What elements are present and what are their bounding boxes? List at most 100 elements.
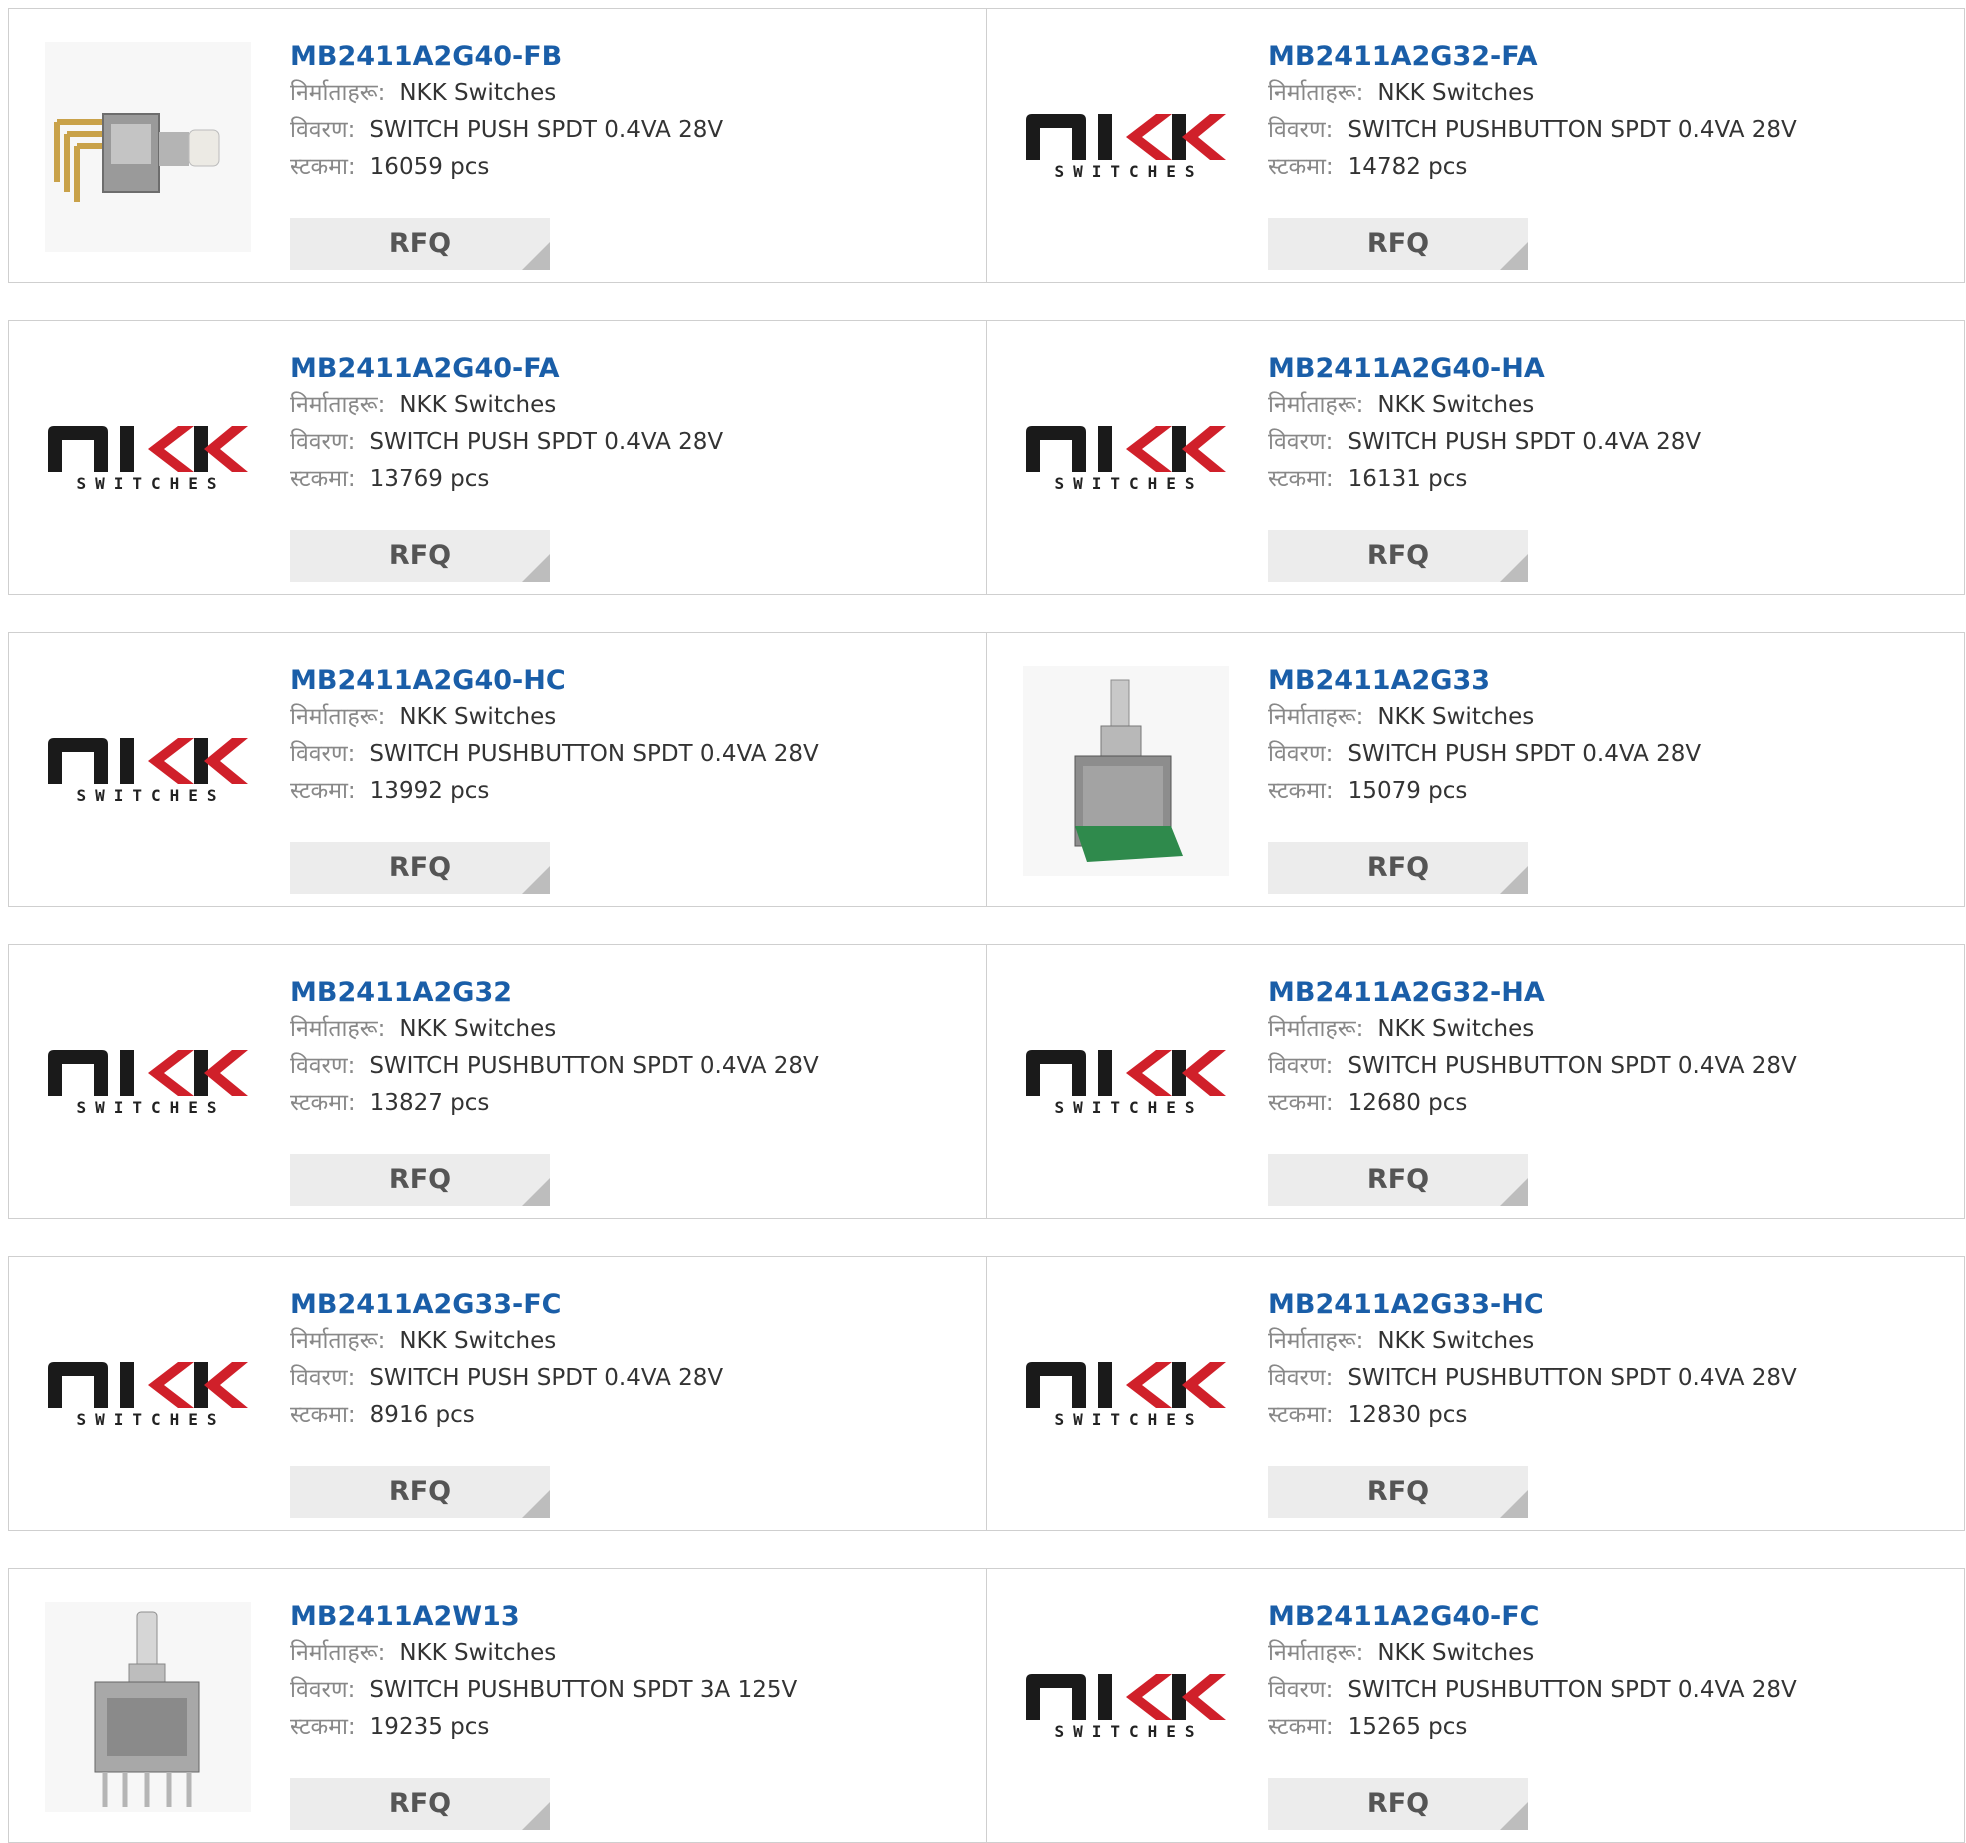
product-image[interactable] <box>45 1602 251 1812</box>
rfq-label: RFQ <box>1366 1476 1430 1507</box>
part-number-link[interactable]: MB2411A2G40-FA <box>290 351 723 387</box>
description-label: विवरण: <box>1268 1365 1334 1391</box>
rfq-button[interactable]: RFQ <box>1268 218 1528 270</box>
part-number-link[interactable]: MB2411A2G33-HC <box>1268 1287 1797 1323</box>
rfq-button[interactable]: RFQ <box>290 842 550 894</box>
part-number-link[interactable]: MB2411A2G40-HC <box>290 663 819 699</box>
product-image[interactable]: SWITCHES <box>1023 354 1229 564</box>
stock-value: 13769 pcs <box>369 466 490 492</box>
stock-label: स्टकमा: <box>1268 778 1334 804</box>
vertical-switch-photo <box>45 1602 251 1812</box>
description-value: SWITCH PUSH SPDT 0.4VA 28V <box>369 1365 724 1391</box>
stock-line: स्टकमा: 16059 pcs <box>290 149 723 186</box>
stock-label: स्टकमा: <box>290 466 356 492</box>
corner-triangle-icon <box>1500 242 1528 270</box>
rfq-label: RFQ <box>388 1788 452 1819</box>
manufacturer-line: निर्माताहरू: NKK Switches <box>290 75 723 112</box>
manufacturer-label: निर्माताहरू: <box>1268 1016 1364 1042</box>
part-number-link[interactable]: MB2411A2G32-FA <box>1268 39 1797 75</box>
rfq-button[interactable]: RFQ <box>290 218 550 270</box>
description-label: विवरण: <box>1268 1053 1334 1079</box>
product-info: MB2411A2G33-HC निर्माताहरू: NKK Switches … <box>1268 1287 1797 1518</box>
part-number-link[interactable]: MB2411A2G40-HA <box>1268 351 1701 387</box>
stock-line: स्टकमा: 15265 pcs <box>1268 1709 1797 1746</box>
product-info: MB2411A2G40-FB निर्माताहरू: NKK Switches … <box>290 39 723 270</box>
nkk-logo: SWITCHES <box>45 425 251 493</box>
part-number-link[interactable]: MB2411A2G32 <box>290 975 819 1011</box>
rfq-button[interactable]: RFQ <box>1268 1154 1528 1206</box>
rfq-button[interactable]: RFQ <box>290 1154 550 1206</box>
part-number-link[interactable]: MB2411A2G40-FB <box>290 39 723 75</box>
nkk-logo-mark <box>1026 1673 1226 1720</box>
stock-value: 15265 pcs <box>1347 1714 1468 1740</box>
description-label: विवरण: <box>290 429 356 455</box>
product-card: SWITCHES MB2411A2G40-HA निर्माताहरू: NKK … <box>986 320 1965 595</box>
product-image[interactable]: SWITCHES <box>45 666 251 876</box>
product-row: SWITCHES MB2411A2G40-HC निर्माताहरू: NKK … <box>8 632 1966 907</box>
part-number-link[interactable]: MB2411A2G33 <box>1268 663 1701 699</box>
nkk-logo-subtitle: SWITCHES <box>1054 473 1204 493</box>
description-value: SWITCH PUSHBUTTON SPDT 3A 125V <box>369 1677 798 1703</box>
product-info: MB2411A2W13 निर्माताहरू: NKK Switches विव… <box>290 1599 798 1830</box>
nkk-logo: SWITCHES <box>45 737 251 805</box>
product-card: SWITCHES MB2411A2G40-HC निर्माताहरू: NKK … <box>8 632 987 907</box>
rfq-button[interactable]: RFQ <box>1268 842 1528 894</box>
stock-value: 13827 pcs <box>369 1090 490 1116</box>
stock-line: स्टकमा: 12830 pcs <box>1268 1397 1797 1434</box>
corner-triangle-icon <box>522 1178 550 1206</box>
stock-label: स्टकमा: <box>1268 466 1334 492</box>
stock-value: 13992 pcs <box>369 778 490 804</box>
stock-line: स्टकमा: 13769 pcs <box>290 461 723 498</box>
product-row: MB2411A2G40-FB निर्माताहरू: NKK Switches … <box>8 8 1966 283</box>
description-line: विवरण: SWITCH PUSH SPDT 0.4VA 28V <box>1268 424 1701 461</box>
product-card: MB2411A2G33 निर्माताहरू: NKK Switches विव… <box>986 632 1965 907</box>
nkk-logo: SWITCHES <box>45 1361 251 1429</box>
description-label: विवरण: <box>290 1677 356 1703</box>
product-image[interactable] <box>1023 666 1229 876</box>
rfq-button[interactable]: RFQ <box>290 1778 550 1830</box>
description-label: विवरण: <box>1268 741 1334 767</box>
part-number-link[interactable]: MB2411A2W13 <box>290 1599 797 1635</box>
stock-label: स्टकमा: <box>290 154 356 180</box>
manufacturer-value: NKK Switches <box>1377 392 1535 418</box>
rfq-button[interactable]: RFQ <box>290 1466 550 1518</box>
product-image[interactable]: SWITCHES <box>45 1290 251 1500</box>
corner-triangle-icon <box>1500 554 1528 582</box>
product-image[interactable]: SWITCHES <box>1023 978 1229 1188</box>
manufacturer-label: निर्माताहरू: <box>290 1016 386 1042</box>
right-angle-switch-photo <box>45 42 251 252</box>
manufacturer-line: निर्माताहरू: NKK Switches <box>290 1011 819 1048</box>
product-info: MB2411A2G40-FC निर्माताहरू: NKK Switches … <box>1268 1599 1797 1830</box>
stock-label: स्टकमा: <box>1268 1714 1334 1740</box>
product-info: MB2411A2G40-HC निर्माताहरू: NKK Switches … <box>290 663 819 894</box>
rfq-label: RFQ <box>388 540 452 571</box>
product-image[interactable]: SWITCHES <box>1023 42 1229 252</box>
product-image[interactable]: SWITCHES <box>1023 1290 1229 1500</box>
part-number-link[interactable]: MB2411A2G40-FC <box>1268 1599 1797 1635</box>
manufacturer-line: निर्माताहरू: NKK Switches <box>1268 387 1701 424</box>
description-value: SWITCH PUSH SPDT 0.4VA 28V <box>1347 741 1702 767</box>
rfq-button[interactable]: RFQ <box>1268 1466 1528 1518</box>
part-number-link[interactable]: MB2411A2G33-FC <box>290 1287 723 1323</box>
description-line: विवरण: SWITCH PUSH SPDT 0.4VA 28V <box>290 424 723 461</box>
product-image[interactable]: SWITCHES <box>45 354 251 564</box>
product-image[interactable]: SWITCHES <box>1023 1602 1229 1812</box>
rfq-label: RFQ <box>1366 1164 1430 1195</box>
rfq-button[interactable]: RFQ <box>1268 530 1528 582</box>
nkk-logo-subtitle: SWITCHES <box>76 473 226 493</box>
nkk-logo-subtitle: SWITCHES <box>1054 161 1204 181</box>
nkk-logo-mark <box>1026 425 1226 472</box>
description-line: विवरण: SWITCH PUSH SPDT 0.4VA 28V <box>290 112 723 149</box>
description-line: विवरण: SWITCH PUSHBUTTON SPDT 0.4VA 28V <box>290 1048 819 1085</box>
part-number-link[interactable]: MB2411A2G32-HA <box>1268 975 1797 1011</box>
rfq-button[interactable]: RFQ <box>290 530 550 582</box>
product-image[interactable]: SWITCHES <box>45 978 251 1188</box>
product-image[interactable] <box>45 42 251 252</box>
product-card: SWITCHES MB2411A2G32-HA निर्माताहरू: NKK … <box>986 944 1965 1219</box>
manufacturer-label: निर्माताहरू: <box>290 1640 386 1666</box>
stock-label: स्टकमा: <box>290 1714 356 1740</box>
manufacturer-line: निर्माताहरू: NKK Switches <box>1268 1323 1797 1360</box>
nkk-logo-mark <box>1026 1049 1226 1096</box>
description-value: SWITCH PUSHBUTTON SPDT 0.4VA 28V <box>1347 117 1797 143</box>
rfq-button[interactable]: RFQ <box>1268 1778 1528 1830</box>
